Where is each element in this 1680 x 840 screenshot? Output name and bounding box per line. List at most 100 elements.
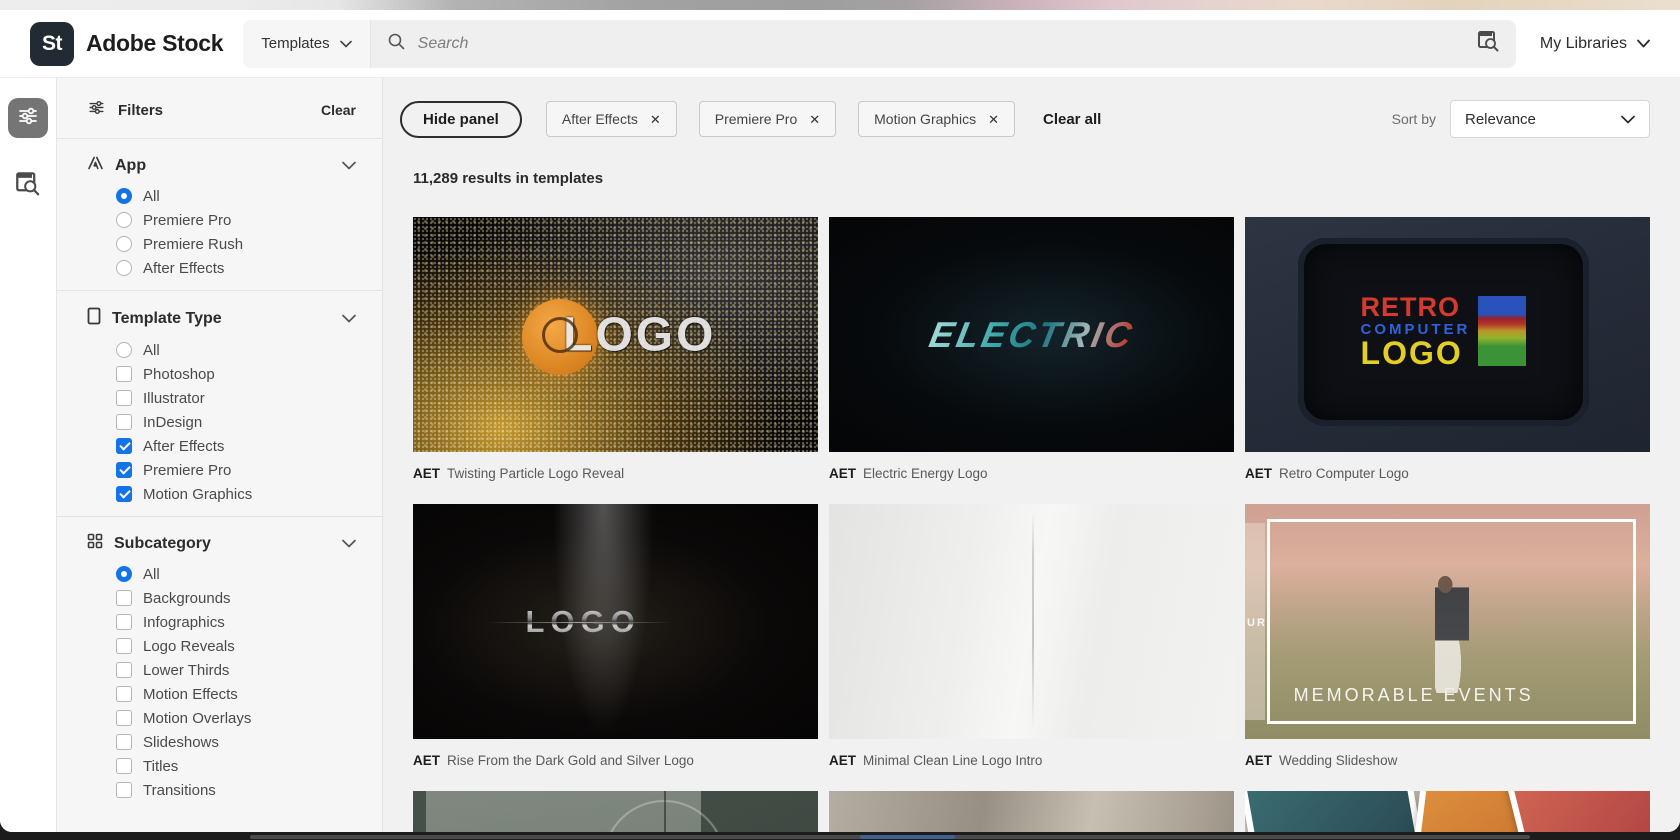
close-icon[interactable]: ✕ xyxy=(809,113,820,126)
template-title[interactable]: Rise From the Dark Gold and Silver Logo xyxy=(447,753,694,768)
checkbox-unchecked[interactable] xyxy=(116,662,132,678)
template-card[interactable]: RETROCOMPUTERLOGOAETRetro Computer Logo xyxy=(1245,217,1650,504)
filter-option[interactable]: Titles xyxy=(116,758,356,774)
image-search-icon[interactable] xyxy=(1477,30,1500,57)
radio-unchecked[interactable] xyxy=(116,342,132,358)
filter-option[interactable]: Logo Reveals xyxy=(116,638,356,654)
checkbox-unchecked[interactable] xyxy=(116,614,132,630)
visual-search-button[interactable] xyxy=(8,166,48,206)
checkbox-unchecked[interactable] xyxy=(116,710,132,726)
window-bottom-accent xyxy=(860,835,955,839)
thumbnail-text: RETRO xyxy=(1361,294,1471,322)
filter-option[interactable]: InDesign xyxy=(116,414,356,430)
template-thumbnail[interactable]: RETROCOMPUTERLOGO xyxy=(1245,217,1650,452)
template-title[interactable]: Electric Energy Logo xyxy=(863,466,988,481)
filters-toggle-button[interactable] xyxy=(8,98,48,138)
filter-chip[interactable]: Motion Graphics ✕ xyxy=(858,101,1015,137)
clear-all-button[interactable]: Clear all xyxy=(1043,111,1101,128)
template-title[interactable]: Twisting Particle Logo Reveal xyxy=(447,466,624,481)
radio-unchecked[interactable] xyxy=(116,212,132,228)
template-thumbnail[interactable]: LOGO xyxy=(413,504,818,739)
adobe-stock-logo-icon[interactable]: St xyxy=(30,22,74,66)
template-card[interactable]: LOGOAETTwisting Particle Logo Reveal xyxy=(413,217,818,504)
checkbox-unchecked[interactable] xyxy=(116,758,132,774)
filter-option[interactable]: Backgrounds xyxy=(116,590,356,606)
template-thumbnail[interactable]: LOGO xyxy=(413,217,818,452)
filters-clear-button[interactable]: Clear xyxy=(321,102,356,118)
filter-option[interactable]: Transitions xyxy=(116,782,356,798)
thumbnail-edge-text: UR xyxy=(1247,617,1267,629)
template-card[interactable]: ELECTRICAETElectric Energy Logo xyxy=(829,217,1234,504)
category-dropdown[interactable]: Templates xyxy=(243,20,370,68)
checkbox-checked[interactable] xyxy=(116,438,132,454)
template-thumbnail[interactable] xyxy=(413,791,818,832)
my-libraries-dropdown[interactable]: My Libraries xyxy=(1540,35,1650,53)
radio-checked[interactable] xyxy=(116,566,132,582)
filter-section-app: App All Premiere Pro Premiere Rush After… xyxy=(57,138,382,290)
template-thumbnail[interactable]: ELECTRIC xyxy=(829,217,1234,452)
checkbox-unchecked[interactable] xyxy=(116,734,132,750)
filter-option[interactable]: Motion Overlays xyxy=(116,710,356,726)
chevron-down-icon[interactable] xyxy=(342,535,356,553)
filter-option[interactable]: All xyxy=(116,342,356,358)
thumbnail-text: ELECTRIC xyxy=(925,314,1137,356)
radio-unchecked[interactable] xyxy=(116,236,132,252)
filter-option[interactable]: Motion Graphics xyxy=(116,486,356,502)
checkbox-unchecked[interactable] xyxy=(116,390,132,406)
checkbox-unchecked[interactable] xyxy=(116,782,132,798)
checkbox-unchecked[interactable] xyxy=(116,638,132,654)
filter-sections: App All Premiere Pro Premiere Rush After… xyxy=(57,138,382,812)
filter-option[interactable]: All xyxy=(116,188,356,204)
template-card[interactable] xyxy=(829,791,1234,832)
filter-option[interactable]: Motion Effects xyxy=(116,686,356,702)
filter-option[interactable]: Premiere Pro xyxy=(116,462,356,478)
filter-option[interactable]: Illustrator xyxy=(116,390,356,406)
template-card[interactable]: MEMORABLE EVENTSURAETWedding Slideshow xyxy=(1245,504,1650,791)
sort-select[interactable]: Relevance xyxy=(1450,100,1650,138)
filter-option[interactable]: Premiere Pro xyxy=(116,212,356,228)
template-thumbnail[interactable] xyxy=(1245,791,1650,832)
hide-panel-button[interactable]: Hide panel xyxy=(400,101,522,138)
filter-option[interactable]: Slideshows xyxy=(116,734,356,750)
chevron-down-icon[interactable] xyxy=(342,310,356,328)
template-title[interactable]: Minimal Clean Line Logo Intro xyxy=(863,753,1042,768)
filter-chip[interactable]: Premiere Pro ✕ xyxy=(699,101,836,137)
template-card[interactable] xyxy=(413,791,818,832)
template-title[interactable]: Wedding Slideshow xyxy=(1279,753,1397,768)
template-card[interactable]: AETMinimal Clean Line Logo Intro xyxy=(829,504,1234,791)
template-card[interactable] xyxy=(1245,791,1650,832)
checkbox-unchecked[interactable] xyxy=(116,366,132,382)
template-card[interactable]: LOGOAETRise From the Dark Gold and Silve… xyxy=(413,504,818,791)
template-thumbnail[interactable] xyxy=(829,504,1234,739)
filter-option[interactable]: Lower Thirds xyxy=(116,662,356,678)
checkbox-unchecked[interactable] xyxy=(116,686,132,702)
checkbox-unchecked[interactable] xyxy=(116,590,132,606)
filter-chip[interactable]: After Effects ✕ xyxy=(546,101,677,137)
window-bottom-edge xyxy=(0,832,1680,840)
filter-option[interactable]: Photoshop xyxy=(116,366,356,382)
checkbox-checked[interactable] xyxy=(116,486,132,502)
template-thumbnail[interactable]: MEMORABLE EVENTSUR xyxy=(1245,504,1650,739)
filter-option[interactable]: After Effects xyxy=(116,260,356,276)
radio-unchecked[interactable] xyxy=(116,260,132,276)
search-input[interactable] xyxy=(418,35,1465,53)
close-icon[interactable]: ✕ xyxy=(650,113,661,126)
chevron-down-icon xyxy=(1637,39,1650,48)
template-caption: AETRetro Computer Logo xyxy=(1245,452,1650,504)
results-count: 11,289 results in templates xyxy=(413,170,1650,187)
checkbox-unchecked[interactable] xyxy=(116,414,132,430)
filter-section-header[interactable]: App xyxy=(87,155,356,176)
template-thumbnail[interactable] xyxy=(829,791,1234,832)
template-title[interactable]: Retro Computer Logo xyxy=(1279,466,1409,481)
radio-checked[interactable] xyxy=(116,188,132,204)
filter-option[interactable]: Premiere Rush xyxy=(116,236,356,252)
checkbox-checked[interactable] xyxy=(116,462,132,478)
filter-option[interactable]: All xyxy=(116,566,356,582)
brand-title[interactable]: Adobe Stock xyxy=(86,30,223,57)
chevron-down-icon[interactable] xyxy=(342,157,356,175)
close-icon[interactable]: ✕ xyxy=(988,113,999,126)
filter-section-header[interactable]: Template Type xyxy=(87,307,356,330)
filter-option[interactable]: Infographics xyxy=(116,614,356,630)
filter-section-header[interactable]: Subcategory xyxy=(87,533,356,554)
filter-option[interactable]: After Effects xyxy=(116,438,356,454)
